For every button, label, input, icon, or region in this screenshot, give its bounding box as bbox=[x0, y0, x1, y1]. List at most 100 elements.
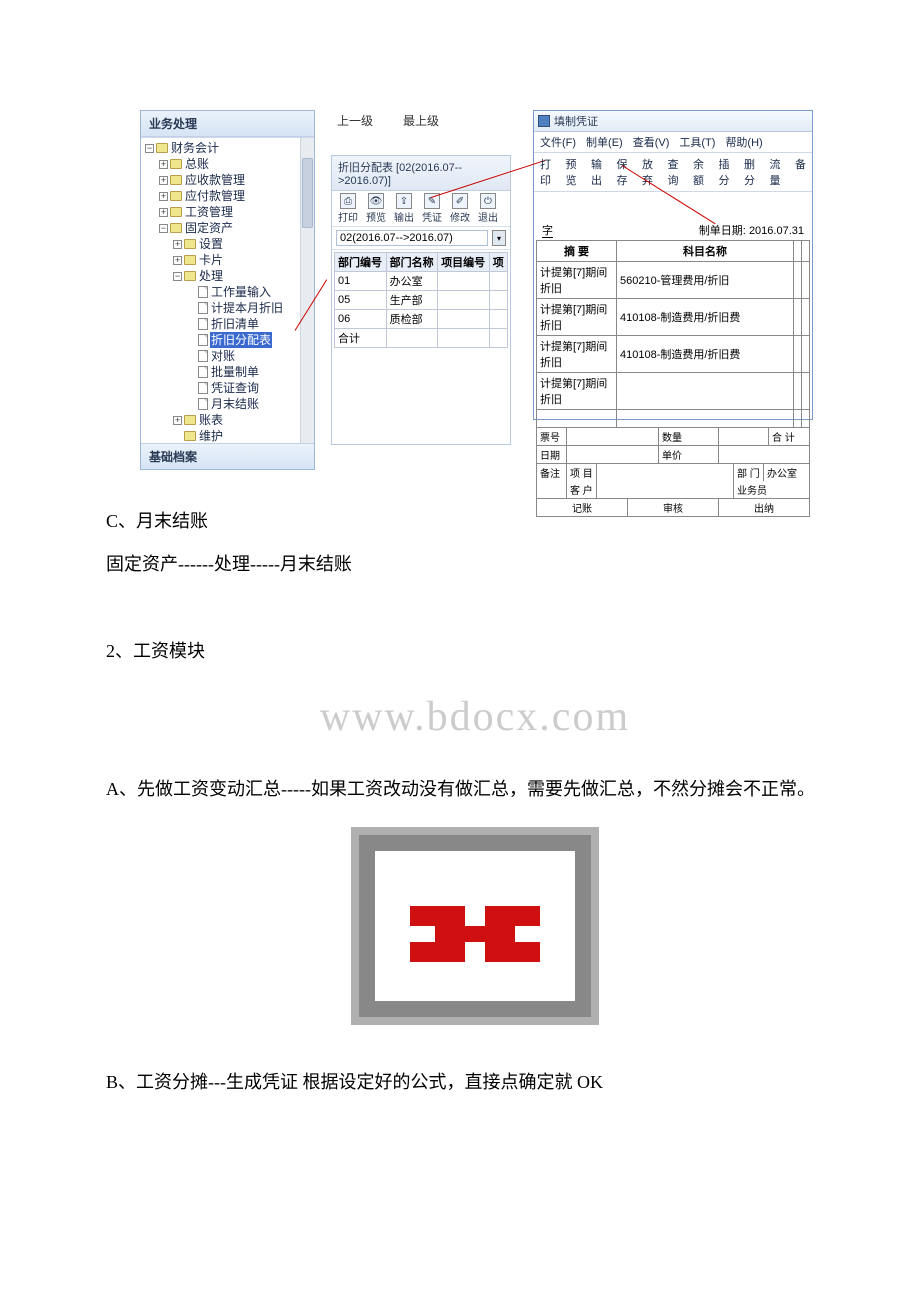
foot-remark: 备注 bbox=[537, 464, 567, 481]
doc-icon bbox=[198, 318, 208, 330]
folder-icon bbox=[170, 175, 182, 185]
foot-cash: 出纳 bbox=[719, 499, 809, 516]
tree-voucher-query[interactable]: 凭证查询 bbox=[210, 380, 260, 396]
tb-preview[interactable]: 预览 bbox=[566, 156, 586, 188]
tree-fixed-assets[interactable]: 固定资产 bbox=[184, 220, 234, 236]
col-debit bbox=[794, 241, 802, 262]
col-proj-code[interactable]: 项目编号 bbox=[438, 253, 490, 272]
foot-audit: 审核 bbox=[628, 499, 719, 516]
col-dept-name[interactable]: 部门名称 bbox=[386, 253, 438, 272]
doc-icon bbox=[198, 382, 208, 394]
tb-print[interactable]: 打印 bbox=[540, 156, 560, 188]
menu-tool[interactable]: 工具(T) bbox=[679, 134, 715, 150]
scrollbar[interactable] bbox=[300, 138, 314, 443]
tree-financial[interactable]: 财务会计 bbox=[170, 140, 220, 156]
expand-icon[interactable]: + bbox=[159, 176, 168, 185]
export-button[interactable]: ⇪输出 bbox=[392, 193, 416, 224]
expand-icon[interactable]: − bbox=[173, 272, 182, 281]
tree-wage[interactable]: 工资管理 bbox=[184, 204, 234, 220]
tb-bak[interactable]: 备 bbox=[795, 156, 806, 188]
tree-workload[interactable]: 工作量输入 bbox=[210, 284, 272, 300]
doc-icon bbox=[198, 334, 208, 346]
tree-fa-process[interactable]: 处理 bbox=[198, 268, 224, 284]
tree-fa-card[interactable]: 卡片 bbox=[198, 252, 224, 268]
foot-cust: 客 户 bbox=[567, 481, 597, 498]
preview-button[interactable]: 👁预览 bbox=[364, 193, 388, 224]
voucher-type[interactable]: 字 bbox=[542, 225, 553, 238]
col-summary: 摘 要 bbox=[537, 241, 617, 262]
menu-view[interactable]: 查看(V) bbox=[633, 134, 670, 150]
voucher-row[interactable] bbox=[537, 410, 810, 428]
tree-fa-settings[interactable]: 设置 bbox=[198, 236, 224, 252]
print-button[interactable]: ⎙打印 bbox=[336, 193, 360, 224]
tree-batch[interactable]: 批量制单 bbox=[210, 364, 260, 380]
tb-insert[interactable]: 插分 bbox=[719, 156, 739, 188]
tb-delrow[interactable]: 删分 bbox=[744, 156, 764, 188]
menu-help[interactable]: 帮助(H) bbox=[725, 134, 762, 150]
modify-button[interactable]: ✐修改 bbox=[448, 193, 472, 224]
expand-icon[interactable]: + bbox=[159, 160, 168, 169]
table-row[interactable]: 合计 bbox=[335, 329, 508, 348]
scroll-thumb[interactable] bbox=[302, 158, 313, 228]
voucher-row[interactable]: 计提第[7]期间折旧410108-制造费用/折旧费 bbox=[537, 336, 810, 373]
expand-icon[interactable]: + bbox=[173, 256, 182, 265]
tree-month-close[interactable]: 月末结账 bbox=[210, 396, 260, 412]
col-dept-code[interactable]: 部门编号 bbox=[335, 253, 387, 272]
tree-gl[interactable]: 总账 bbox=[184, 156, 210, 172]
tree-ar[interactable]: 应收款管理 bbox=[184, 172, 246, 188]
tree-dep-list[interactable]: 折旧清单 bbox=[210, 316, 260, 332]
tree-fa-report[interactable]: 账表 bbox=[198, 412, 224, 428]
expand-icon[interactable]: + bbox=[173, 416, 182, 425]
exit-button[interactable]: ⏻退出 bbox=[476, 193, 500, 224]
doc-icon bbox=[198, 286, 208, 298]
tb-export[interactable]: 输出 bbox=[591, 156, 611, 188]
period-select[interactable]: 02(2016.07-->2016.07) bbox=[336, 230, 488, 246]
sidebar-header: 业务处理 bbox=[141, 111, 314, 137]
sidebar-footer[interactable]: 基础档案 bbox=[141, 443, 314, 469]
nav-up[interactable]: 上一级 bbox=[337, 112, 373, 129]
voucher-grid: 摘 要 科目名称 计提第[7]期间折旧560210-管理费用/折旧 计提第[7]… bbox=[536, 240, 810, 428]
tb-balance[interactable]: 余额 bbox=[693, 156, 713, 188]
table-row[interactable]: 01办公室 bbox=[335, 272, 508, 291]
text-line: B、工资分摊---生成凭证 根据设定好的公式，直接点确定就 OK bbox=[70, 1061, 880, 1104]
menu-make[interactable]: 制单(E) bbox=[586, 134, 623, 150]
foot-oper: 业务员 bbox=[734, 481, 809, 498]
expand-icon[interactable]: + bbox=[173, 240, 182, 249]
voucher-row[interactable]: 计提第[7]期间折旧 bbox=[537, 373, 810, 410]
chevron-down-icon[interactable]: ▾ bbox=[492, 230, 506, 246]
voucher-row[interactable]: 计提第[7]期间折旧410108-制造费用/折旧费 bbox=[537, 299, 810, 336]
tree-fa-maint[interactable]: 维护 bbox=[198, 428, 224, 443]
foot-ticket: 票号 bbox=[537, 428, 567, 445]
expand-icon[interactable]: − bbox=[159, 224, 168, 233]
voucher-row[interactable]: 计提第[7]期间折旧560210-管理费用/折旧 bbox=[537, 262, 810, 299]
table-row[interactable]: 06质检部 bbox=[335, 310, 508, 329]
report-title: 折旧分配表 [02(2016.07-->2016.07)] bbox=[332, 156, 510, 191]
report-panel: 折旧分配表 [02(2016.07-->2016.07)] ⎙打印 👁预览 ⇪输… bbox=[331, 155, 511, 445]
doc-icon bbox=[198, 350, 208, 362]
modify-icon: ✐ bbox=[452, 193, 468, 209]
window-icon bbox=[538, 115, 550, 127]
tb-flow[interactable]: 流量 bbox=[770, 156, 790, 188]
tree-dep-alloc[interactable]: 折旧分配表 bbox=[210, 332, 272, 348]
folder-icon bbox=[184, 271, 196, 281]
foot-dept-val: 办公室 bbox=[764, 464, 809, 481]
text-line: 固定资产------处理-----月末结账 bbox=[70, 543, 880, 586]
exit-icon: ⏻ bbox=[480, 193, 496, 209]
foot-book: 记账 bbox=[537, 499, 628, 516]
table-row[interactable]: 05生产部 bbox=[335, 291, 508, 310]
tree-reconcile[interactable]: 对账 bbox=[210, 348, 236, 364]
menu-file[interactable]: 文件(F) bbox=[540, 134, 576, 150]
foot-date: 日期 bbox=[537, 446, 567, 463]
nav-top[interactable]: 最上级 bbox=[403, 112, 439, 129]
expand-icon[interactable]: + bbox=[159, 208, 168, 217]
expand-icon[interactable]: − bbox=[145, 144, 154, 153]
print-icon: ⎙ bbox=[340, 193, 356, 209]
expand-icon[interactable]: + bbox=[159, 192, 168, 201]
col-proj[interactable]: 项 bbox=[489, 253, 507, 272]
image-placeholder bbox=[375, 851, 575, 1001]
sidebar-panel: 业务处理 − 财务会计 + 总账 + 应收款管理 + 应付款管理 + 工资管理 − 固定资产… bbox=[140, 110, 315, 470]
tb-query[interactable]: 查询 bbox=[668, 156, 688, 188]
tree-calc-dep[interactable]: 计提本月折旧 bbox=[210, 300, 284, 316]
tree-ap[interactable]: 应付款管理 bbox=[184, 188, 246, 204]
folder-icon bbox=[170, 223, 182, 233]
